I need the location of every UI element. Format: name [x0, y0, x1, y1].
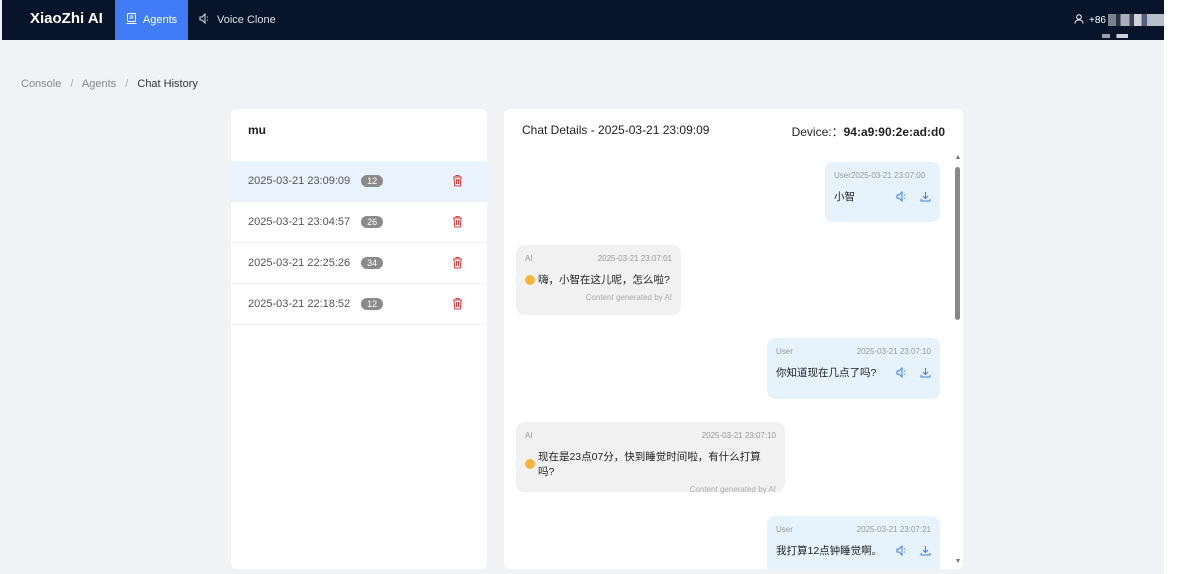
- smile-emoji-icon: [525, 459, 535, 469]
- ai-generated-note: Content generated by AI: [689, 485, 776, 494]
- session-item[interactable]: 2025-03-21 23:04:57 26: [231, 202, 487, 243]
- message-count-badge: 26: [361, 216, 384, 228]
- message-role: User: [776, 347, 793, 356]
- ai-message: AI 2025-03-21 23:07:01 嗨，小智在这儿呢，怎么啦? Cont…: [516, 245, 681, 315]
- session-item[interactable]: 2025-03-21 23:09:09 12: [231, 161, 487, 202]
- nav-agents[interactable]: Agents: [115, 0, 188, 40]
- message-count-badge: 12: [361, 298, 384, 310]
- message-time: 2025-03-21 23:07:21: [856, 525, 931, 534]
- masked-phone-number: [1108, 14, 1164, 26]
- device-info: Device:：94:a9:90:2e:ad:d0: [792, 123, 945, 140]
- session-list-panel: mu 2025-03-21 23:09:09 12 2025-03-21 23:…: [231, 109, 487, 569]
- message-time: 2025-03-21 23:07:10: [856, 347, 931, 356]
- message-time: 2025-03-21 23:07:01: [597, 254, 672, 263]
- agent-icon: [126, 13, 137, 27]
- speaker-icon: [199, 12, 211, 27]
- scrollbar-thumb[interactable]: [955, 167, 960, 320]
- ai-generated-note: Content generated by AI: [585, 293, 672, 302]
- session-item[interactable]: 2025-03-21 22:25:26 34: [231, 243, 487, 284]
- breadcrumb-console[interactable]: Console: [21, 78, 61, 90]
- window-edge: [1164, 0, 1178, 574]
- breadcrumb-agents[interactable]: Agents: [82, 78, 116, 90]
- breadcrumb-separator: /: [125, 78, 129, 90]
- ai-message: AI 2025-03-21 23:07:10 现在是23点07分，快到睡觉时间啦，…: [516, 422, 785, 494]
- message-role: AI: [525, 431, 533, 440]
- download-icon[interactable]: [920, 545, 931, 556]
- delete-session-icon[interactable]: [452, 174, 463, 187]
- nav-voice-clone[interactable]: Voice Clone: [199, 0, 276, 40]
- scroll-down-arrow-icon[interactable]: ▼: [954, 558, 962, 566]
- session-time: 2025-03-21 23:09:09: [248, 175, 351, 187]
- download-icon[interactable]: [920, 367, 931, 378]
- message-text: 我打算12点钟睡觉啊。: [776, 545, 883, 557]
- delete-session-icon[interactable]: [452, 256, 463, 269]
- session-time: 2025-03-21 23:04:57: [248, 216, 351, 228]
- message-header: User2025-03-21 23:07:00: [834, 171, 926, 180]
- chat-details-title: Chat Details - 2025-03-21 23:09:09: [522, 123, 710, 137]
- message-role: User: [776, 525, 793, 534]
- chat-scrollbar[interactable]: ▲ ▼: [954, 154, 962, 566]
- session-time: 2025-03-21 22:18:52: [248, 298, 351, 310]
- breadcrumb-current: Chat History: [137, 78, 198, 90]
- breadcrumb-separator: /: [70, 78, 74, 90]
- delete-session-icon[interactable]: [452, 297, 463, 310]
- message-time: 2025-03-21 23:07:10: [701, 431, 776, 440]
- message-role: AI: [525, 254, 533, 263]
- message-count-badge: 34: [361, 257, 384, 269]
- brand-logo[interactable]: XiaoZhi AI: [30, 10, 103, 27]
- session-item[interactable]: 2025-03-21 22:18:52 12: [231, 284, 487, 325]
- breadcrumb: Console / Agents / Chat History: [21, 78, 198, 90]
- play-audio-icon[interactable]: [896, 367, 908, 378]
- message-text: 现在是23点07分，快到睡觉时间啦，有什么打算吗?: [537, 451, 761, 478]
- device-id: 94:a9:90:2e:ad:d0: [843, 125, 945, 139]
- message-text: 你知道现在几点了吗?: [776, 367, 877, 379]
- download-icon[interactable]: [920, 191, 931, 202]
- play-audio-icon[interactable]: [896, 545, 908, 556]
- session-time: 2025-03-21 22:25:26: [248, 257, 351, 269]
- chat-details-panel: Chat Details - 2025-03-21 23:09:09 Devic…: [504, 109, 963, 569]
- device-label: Device:：: [791, 125, 844, 139]
- top-nav-bar: XiaoZhi AI Agents Voice Clone +86: [2, 0, 1164, 40]
- delete-session-icon[interactable]: [452, 215, 463, 228]
- user-phone: +86: [1089, 14, 1106, 26]
- user-message: User 2025-03-21 23:07:10 你知道现在几点了吗?: [767, 338, 940, 399]
- nav-agents-label: Agents: [142, 14, 178, 26]
- message-text: 小智: [834, 191, 855, 203]
- nav-voice-clone-label: Voice Clone: [217, 14, 276, 26]
- user-icon: [1074, 13, 1084, 27]
- play-audio-icon[interactable]: [896, 191, 908, 202]
- message-count-badge: 12: [361, 175, 384, 187]
- user-message: User 2025-03-21 23:07:21 我打算12点钟睡觉啊。: [767, 516, 940, 569]
- message-text: 嗨，小智在这儿呢，怎么啦?: [538, 274, 670, 286]
- smile-emoji-icon: [525, 274, 535, 285]
- user-message: User2025-03-21 23:07:00 小智: [825, 162, 940, 222]
- scroll-up-arrow-icon[interactable]: ▲: [954, 154, 962, 162]
- masked-detail: [1102, 34, 1128, 38]
- agent-name-title: mu: [248, 123, 266, 137]
